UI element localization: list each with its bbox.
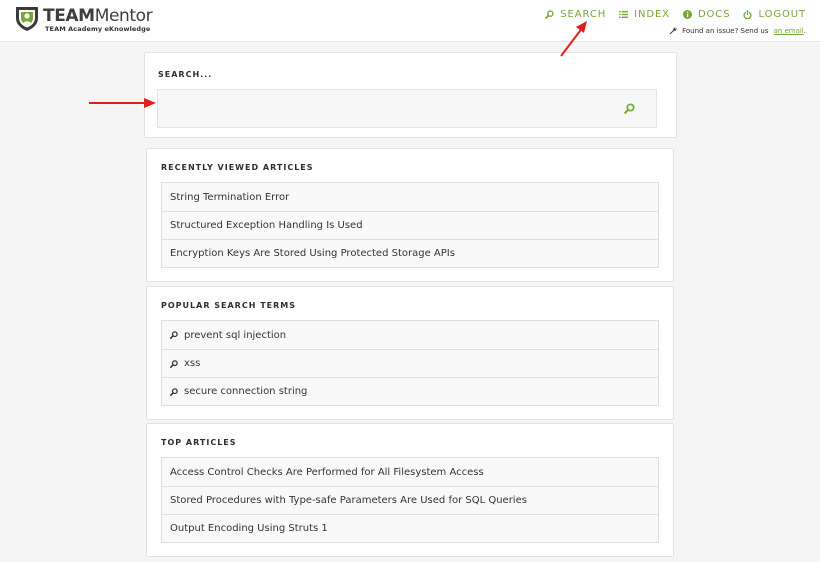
- recently-viewed-panel: RECENTLY VIEWED ARTICLES String Terminat…: [146, 148, 674, 282]
- search-submit-icon[interactable]: [624, 103, 635, 114]
- top-articles-heading: TOP ARTICLES: [161, 438, 237, 447]
- issue-notice: Found an issue? Send us an email.: [669, 27, 806, 35]
- main-nav: SEARCH INDEX DOCS LOGOUT: [545, 9, 806, 20]
- nav-index[interactable]: INDEX: [619, 9, 670, 20]
- nav-index-label: INDEX: [634, 9, 670, 20]
- list-item[interactable]: Encryption Keys Are Stored Using Protect…: [162, 239, 658, 267]
- brand-name: TEAMMentor: [43, 6, 153, 26]
- list-item[interactable]: Output Encoding Using Struts 1: [162, 514, 658, 542]
- recently-viewed-heading: RECENTLY VIEWED ARTICLES: [161, 163, 314, 172]
- search-term-label: secure connection string: [184, 386, 308, 397]
- list-icon: [619, 11, 629, 18]
- top-articles-list: Access Control Checks Are Performed for …: [161, 457, 659, 543]
- list-item[interactable]: Structured Exception Handling Is Used: [162, 211, 658, 239]
- nav-docs[interactable]: DOCS: [682, 9, 731, 20]
- list-item[interactable]: secure connection string: [162, 377, 658, 405]
- top-articles-panel: TOP ARTICLES Access Control Checks Are P…: [146, 423, 674, 557]
- nav-logout[interactable]: LOGOUT: [743, 9, 806, 20]
- power-icon: [743, 10, 752, 19]
- search-heading: SEARCH...: [158, 70, 213, 79]
- list-item[interactable]: prevent sql injection: [162, 321, 658, 349]
- list-item[interactable]: Stored Procedures with Type-safe Paramet…: [162, 486, 658, 514]
- search-box[interactable]: [157, 89, 657, 128]
- info-icon: [682, 10, 692, 19]
- nav-docs-label: DOCS: [697, 9, 731, 20]
- top-bar: TEAMMentor TEAM Academy eKnowledge SEARC…: [0, 0, 820, 42]
- nav-search[interactable]: SEARCH: [545, 9, 606, 20]
- search-icon: [545, 10, 554, 19]
- search-term-label: prevent sql injection: [184, 329, 287, 341]
- search-input[interactable]: [158, 90, 656, 127]
- email-link[interactable]: an email: [774, 27, 804, 35]
- popular-search-panel: POPULAR SEARCH TERMS prevent sql injecti…: [146, 286, 674, 420]
- list-item[interactable]: Access Control Checks Are Performed for …: [162, 458, 658, 486]
- popular-search-list: prevent sql injection xss secure connect…: [161, 320, 659, 406]
- search-icon: [170, 359, 178, 368]
- logo[interactable]: TEAMMentor TEAM Academy eKnowledge: [14, 5, 164, 35]
- list-item[interactable]: String Termination Error: [162, 183, 658, 211]
- nav-search-label: SEARCH: [560, 9, 607, 20]
- popular-search-heading: POPULAR SEARCH TERMS: [161, 301, 296, 310]
- wrench-icon: [669, 27, 677, 35]
- search-icon: [170, 387, 178, 396]
- brand-tagline: TEAM Academy eKnowledge: [45, 25, 151, 33]
- search-icon: [170, 331, 178, 339]
- issue-text: Found an issue? Send us: [682, 27, 769, 35]
- shield-logo-icon: [16, 7, 38, 31]
- search-term-label: xss: [184, 358, 201, 369]
- recently-viewed-list: String Termination Error Structured Exce…: [161, 182, 659, 268]
- issue-suffix: .: [803, 27, 806, 35]
- search-panel: SEARCH...: [144, 52, 677, 138]
- list-item[interactable]: xss: [162, 349, 658, 377]
- nav-logout-label: LOGOUT: [758, 9, 806, 20]
